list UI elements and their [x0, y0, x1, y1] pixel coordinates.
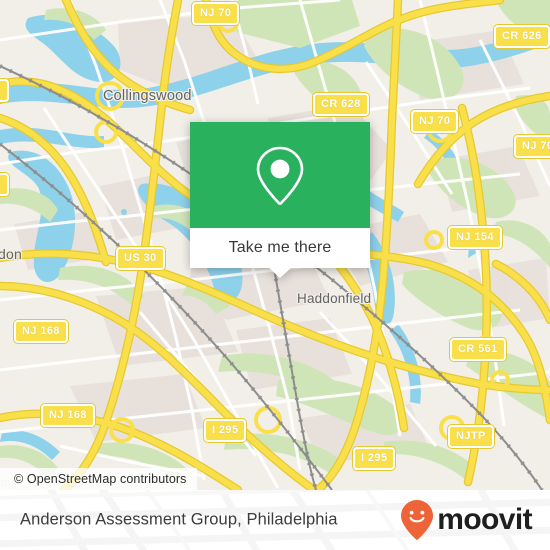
- shield-cr-561: CR 561: [450, 338, 506, 361]
- moovit-brand[interactable]: moovit: [400, 499, 533, 541]
- shield-edge-upper: 3: [0, 79, 9, 102]
- shield-i-295-west: I 295: [204, 419, 247, 442]
- take-me-there-label: Take me there: [228, 239, 332, 256]
- location-pin-icon: [256, 146, 304, 205]
- shield-nj-70-north: NJ 70: [192, 2, 240, 25]
- location-title: Anderson Assessment Group, Philadelphia: [20, 510, 338, 529]
- shield-nj-168-south: NJ 168: [41, 404, 95, 427]
- footer-bar: Anderson Assessment Group, Philadelphia …: [0, 490, 550, 550]
- shield-njtp: NJTP: [448, 425, 494, 448]
- popup-footer[interactable]: Take me there: [190, 228, 370, 268]
- shield-nj-168-north: NJ 168: [14, 320, 68, 343]
- moovit-smiley-pin-icon: [401, 500, 434, 540]
- shield-i-295-east: I 295: [353, 447, 396, 470]
- shield-edge-lower: 8: [0, 173, 9, 196]
- shield-cr-628: CR 628: [313, 93, 369, 116]
- popup-tail: [269, 268, 291, 278]
- osm-attribution[interactable]: © OpenStreetMap contributors: [0, 468, 197, 490]
- location-popup-card[interactable]: Take me there: [190, 122, 370, 278]
- shield-cr-626: CR 626: [494, 25, 550, 48]
- map-canvas[interactable]: Collingswood Haddonfield don NJ 70 CR 62…: [0, 0, 550, 490]
- osm-attribution-text: © OpenStreetMap contributors: [14, 472, 187, 486]
- moovit-wordmark: moovit: [437, 503, 532, 536]
- shield-us-30: US 30: [116, 247, 165, 270]
- popup-header: [190, 122, 370, 228]
- map-screen: Collingswood Haddonfield don NJ 70 CR 62…: [0, 0, 550, 550]
- shield-nj-154: NJ 154: [448, 226, 502, 249]
- shield-nj-70-mid: NJ 70: [411, 110, 459, 133]
- shield-nj-70-east: NJ 70: [514, 135, 550, 158]
